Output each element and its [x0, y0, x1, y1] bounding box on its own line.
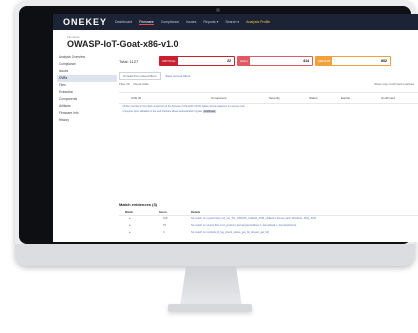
- match-row[interactable]: ● 100 No match on symbol lists (md_utc_T…: [119, 217, 418, 223]
- severity-medium-count: 602: [381, 59, 387, 63]
- table-tools: Filter (0) Reset table Show only confirm…: [119, 82, 418, 86]
- sidebar-item-history[interactable]: History: [57, 117, 117, 124]
- severity-medium-card[interactable]: MEDIUM 602: [315, 56, 391, 66]
- col-confirmed[interactable]: Confirmed: [381, 96, 395, 100]
- sidebar-item-analysis-overview[interactable]: Analysis Overview: [57, 54, 117, 61]
- page-title: OWASP-IoT-Goat-x86-v1.0: [67, 39, 179, 49]
- reset-table-button[interactable]: Reset table: [134, 82, 149, 86]
- nav-reports[interactable]: Reports ▾: [203, 20, 218, 24]
- match-col-details: Details: [191, 210, 201, 214]
- col-exploit[interactable]: Exploit: [341, 96, 350, 100]
- match-evidences-panel: Match evidences (3) Match Score Details …: [119, 202, 418, 234]
- severity-high-label: HIGH: [238, 57, 250, 65]
- sidebar-item-issues[interactable]: Issues: [57, 68, 117, 75]
- col-component[interactable]: Component: [211, 96, 227, 100]
- severity-critical-card[interactable]: CRITICAL 22: [159, 56, 235, 66]
- col-severity[interactable]: Severity: [269, 96, 280, 100]
- filter-bar: Unread from saved filters Save current f…: [119, 72, 190, 80]
- match-col-score: Score: [159, 210, 167, 214]
- table-header: CVE ID Component Severity Status Exploit…: [119, 92, 418, 104]
- total-count: Total: 1127: [119, 59, 139, 64]
- sidebar-item-files[interactable]: Files: [57, 82, 117, 89]
- sidebar: Analysis Overview Compliance Issues CVEs…: [57, 54, 117, 124]
- camera-icon: [216, 8, 220, 12]
- show-confirmed-toggle[interactable]: Show only confirmed matches: [374, 82, 414, 86]
- table-row[interactable]: • Improper input validation in the web i…: [122, 110, 216, 113]
- nav-firmware[interactable]: Firmware: [139, 20, 154, 25]
- severity-high-count: 414: [303, 59, 309, 63]
- monitor-base: [168, 304, 252, 312]
- sidebar-item-artifacts[interactable]: Artifacts: [57, 103, 117, 110]
- confirmed-tag: Confirmed: [202, 110, 216, 113]
- app-logo[interactable]: ONEKEY: [63, 17, 107, 27]
- nav-dashboard[interactable]: Dashboard: [115, 20, 132, 24]
- match-row[interactable]: ● 0 No match on symbols (d_log_check_sta…: [119, 231, 418, 237]
- match-table-header: Match Score Details: [119, 210, 418, 216]
- sidebar-item-firmware-info[interactable]: Firmware Info: [57, 110, 117, 117]
- severity-critical-count: 22: [227, 59, 231, 63]
- nav-issues[interactable]: Issues: [186, 20, 196, 24]
- nav-search[interactable]: Search ▾: [225, 20, 239, 24]
- col-status[interactable]: Status: [309, 96, 318, 100]
- severity-critical-label: CRITICAL: [160, 57, 178, 65]
- save-filters-link[interactable]: Save current filters: [165, 74, 190, 78]
- monitor-chin: [15, 244, 415, 266]
- nav-analysis-profile[interactable]: Analysis Profile: [246, 20, 270, 24]
- top-navbar: ONEKEY Dashboard Firmware Compliance Iss…: [53, 14, 418, 30]
- match-col-match: Match: [125, 210, 134, 214]
- app-screen: ONEKEY Dashboard Firmware Compliance Iss…: [53, 14, 418, 242]
- sidebar-item-components[interactable]: Components: [57, 96, 117, 103]
- table-row[interactable]: • Buffer overflow in the httpd component…: [122, 105, 245, 108]
- sidebar-item-extraction[interactable]: Extraction: [57, 89, 117, 96]
- match-row[interactable]: ● 75 No match on source files (md_protoc…: [119, 224, 418, 230]
- col-cve-id[interactable]: CVE ID: [131, 96, 141, 100]
- nav-compliance[interactable]: Compliance: [161, 20, 179, 24]
- monitor-stand: [180, 266, 242, 306]
- saved-filters-select[interactable]: Unread from saved filters: [119, 72, 161, 80]
- severity-medium-label: MEDIUM: [316, 57, 333, 65]
- sidebar-item-cves[interactable]: CVEs: [57, 75, 117, 82]
- match-evidences-title: Match evidences (3): [119, 202, 158, 207]
- severity-high-card[interactable]: HIGH 414: [237, 56, 313, 66]
- filter-button[interactable]: Filter (0): [119, 82, 130, 86]
- sidebar-item-compliance[interactable]: Compliance: [57, 61, 117, 68]
